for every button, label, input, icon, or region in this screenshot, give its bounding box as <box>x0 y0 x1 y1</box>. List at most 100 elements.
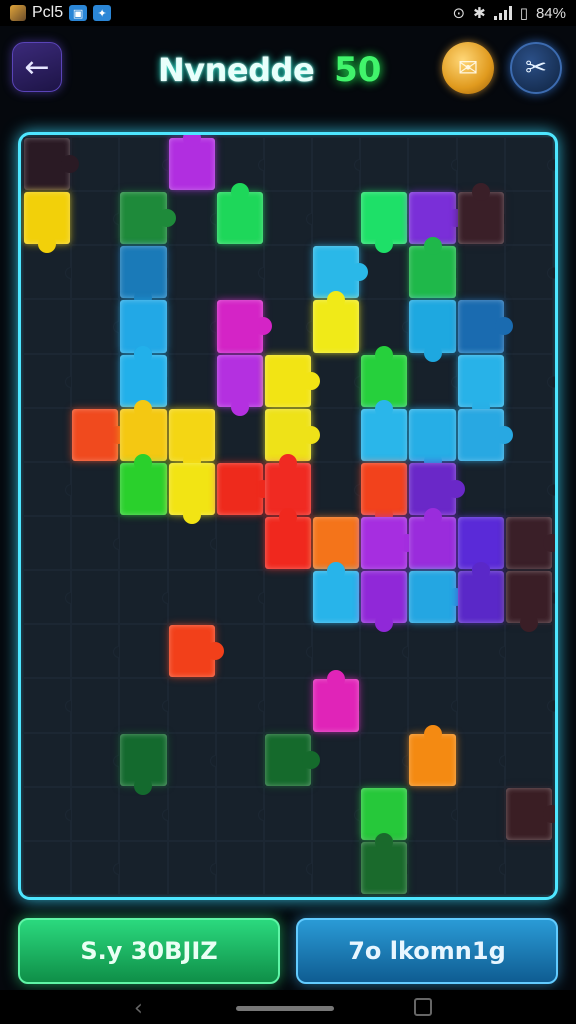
empty-slot[interactable] <box>119 516 168 571</box>
empty-slot[interactable] <box>360 732 415 787</box>
empty-slot[interactable] <box>71 516 126 571</box>
puzzle-piece[interactable] <box>457 408 513 461</box>
puzzle-piece[interactable] <box>216 462 272 515</box>
empty-slot[interactable] <box>23 732 72 787</box>
empty-slot[interactable] <box>456 786 505 841</box>
empty-slot[interactable] <box>23 840 72 895</box>
puzzle-piece[interactable] <box>361 192 408 254</box>
empty-slot[interactable] <box>360 678 409 733</box>
puzzle-piece[interactable] <box>505 787 555 840</box>
empty-slot[interactable] <box>71 461 120 516</box>
empty-slot[interactable] <box>167 299 222 354</box>
empty-slot[interactable] <box>119 678 174 733</box>
empty-slot[interactable] <box>215 678 270 733</box>
empty-slot[interactable] <box>167 840 222 895</box>
empty-slot[interactable] <box>71 624 126 679</box>
puzzle-piece[interactable] <box>216 183 263 245</box>
empty-slot[interactable] <box>504 137 555 192</box>
puzzle-piece[interactable] <box>120 192 176 245</box>
empty-slot[interactable] <box>263 570 313 625</box>
puzzle-piece[interactable] <box>361 399 408 461</box>
puzzle-piece[interactable] <box>313 562 360 624</box>
puzzle-piece[interactable] <box>361 832 408 894</box>
empty-slot[interactable] <box>312 137 367 192</box>
empty-slot[interactable] <box>456 624 511 679</box>
puzzle-piece[interactable] <box>505 517 555 570</box>
puzzle-piece[interactable] <box>120 453 167 515</box>
empty-slot[interactable] <box>119 786 174 841</box>
puzzle-piece[interactable] <box>264 508 312 570</box>
puzzle-piece[interactable] <box>361 345 408 407</box>
puzzle-piece[interactable] <box>457 562 504 624</box>
puzzle-piece[interactable] <box>457 183 504 245</box>
puzzle-piece[interactable] <box>313 670 360 732</box>
empty-slot[interactable] <box>504 624 553 679</box>
empty-slot[interactable] <box>263 786 313 841</box>
empty-slot[interactable] <box>23 245 78 300</box>
empty-slot[interactable] <box>456 245 505 300</box>
empty-slot[interactable] <box>408 840 457 895</box>
puzzle-piece[interactable] <box>168 135 215 191</box>
empty-slot[interactable] <box>215 732 264 787</box>
puzzle-piece[interactable] <box>409 408 456 470</box>
empty-slot[interactable] <box>119 624 168 679</box>
empty-slot[interactable] <box>71 299 126 354</box>
puzzle-piece[interactable] <box>409 300 456 362</box>
empty-slot[interactable] <box>263 678 313 733</box>
puzzle-piece[interactable] <box>409 724 456 786</box>
puzzle-piece[interactable] <box>457 354 504 416</box>
puzzle-piece[interactable] <box>505 571 552 633</box>
empty-slot[interactable] <box>312 840 361 895</box>
empty-slot[interactable] <box>263 624 319 679</box>
puzzle-piece[interactable] <box>72 408 128 461</box>
nav-home-icon[interactable] <box>236 1006 334 1011</box>
empty-slot[interactable] <box>263 191 319 246</box>
puzzle-piece[interactable] <box>264 733 321 786</box>
puzzle-piece[interactable] <box>168 408 215 470</box>
puzzle-piece[interactable] <box>120 733 167 795</box>
empty-slot[interactable] <box>456 840 511 895</box>
empty-slot[interactable] <box>504 245 555 300</box>
empty-slot[interactable] <box>119 840 168 895</box>
empty-slot[interactable] <box>23 407 72 462</box>
empty-slot[interactable] <box>71 245 120 300</box>
puzzle-piece[interactable] <box>457 300 513 353</box>
empty-slot[interactable] <box>504 191 553 246</box>
back-button[interactable]: ← <box>12 42 62 92</box>
puzzle-piece[interactable] <box>120 345 167 407</box>
empty-slot[interactable] <box>456 678 505 733</box>
empty-slot[interactable] <box>23 624 72 679</box>
empty-slot[interactable] <box>23 353 78 408</box>
puzzle-piece[interactable] <box>120 300 167 362</box>
empty-slot[interactable] <box>215 516 264 571</box>
empty-slot[interactable] <box>263 137 313 192</box>
empty-slot[interactable] <box>408 137 463 192</box>
empty-slot[interactable] <box>23 786 78 841</box>
empty-slot[interactable] <box>23 516 72 571</box>
empty-slot[interactable] <box>215 840 264 895</box>
puzzle-piece[interactable] <box>313 291 360 353</box>
empty-slot[interactable] <box>263 840 319 895</box>
puzzle-piece[interactable] <box>409 508 456 570</box>
empty-slot[interactable] <box>71 678 120 733</box>
empty-slot[interactable] <box>312 786 367 841</box>
puzzle-piece[interactable] <box>264 354 321 407</box>
puzzle-piece[interactable] <box>409 237 456 299</box>
empty-slot[interactable] <box>71 786 120 841</box>
empty-slot[interactable] <box>23 461 78 516</box>
empty-slot[interactable] <box>23 570 78 625</box>
puzzle-piece[interactable] <box>361 462 408 524</box>
empty-slot[interactable] <box>167 786 216 841</box>
settings-button[interactable]: ✂ <box>510 42 562 94</box>
puzzle-board[interactable] <box>18 132 558 900</box>
empty-slot[interactable] <box>215 407 264 462</box>
scroll-coin-button[interactable]: ✉ <box>442 42 494 94</box>
nav-recent-icon[interactable] <box>414 998 432 1016</box>
puzzle-piece[interactable] <box>24 192 71 254</box>
puzzle-piece[interactable] <box>168 625 224 678</box>
puzzle-piece[interactable] <box>24 138 80 191</box>
empty-slot[interactable] <box>119 570 174 625</box>
empty-slot[interactable] <box>23 299 72 354</box>
empty-slot[interactable] <box>263 245 313 300</box>
empty-slot[interactable] <box>360 137 409 192</box>
